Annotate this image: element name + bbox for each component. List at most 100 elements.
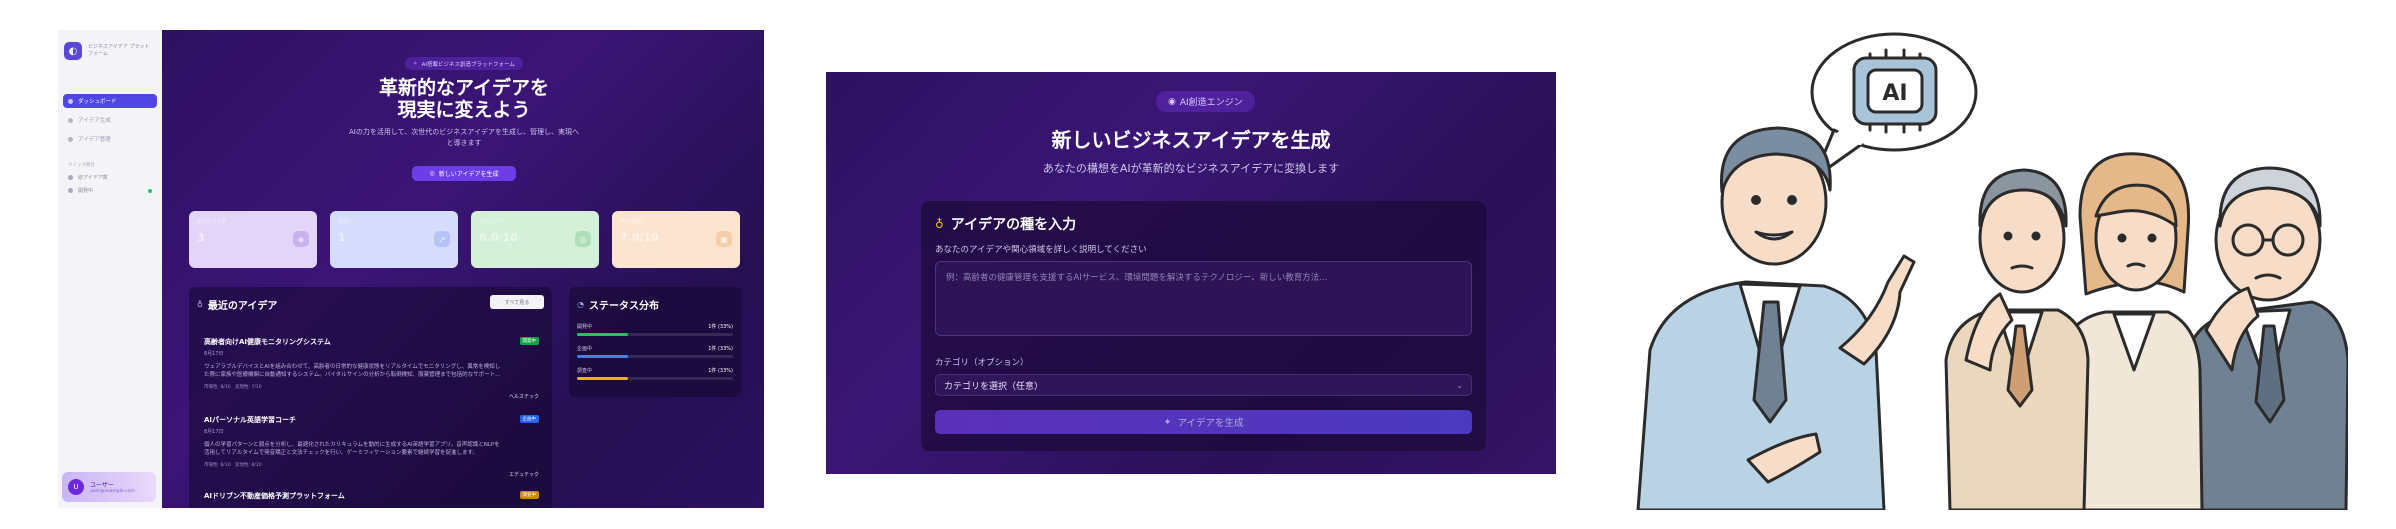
generator-screen: ◉ AI創造エンジン 新しいビジネスアイデアを生成 あなたの構想をAIが革新的な… — [826, 72, 1556, 474]
page-title: 新しいビジネスアイデアを生成 — [1051, 128, 1331, 152]
engine-pill: ◉ AI創造エンジン — [1156, 91, 1255, 112]
folder-icon — [68, 136, 73, 142]
stat-icon: ◎ — [575, 231, 591, 247]
category-select[interactable]: カテゴリを選択（任意） ⌄ — [935, 374, 1472, 396]
stat-label: 平均実現性 — [620, 219, 646, 225]
stat-icon: ▣ — [716, 231, 732, 247]
user-name: ユーザー — [90, 482, 114, 489]
recent-ideas-card: ♁ 最近のアイデア すべて見る 高齢者向けAI健康モニタリングシステム 8月17… — [189, 287, 552, 508]
status-dot-icon — [148, 188, 152, 193]
dashboard-screen: ◐ ビジネスアイデア プラット フォーム ダッシュボード アイデア生成 アイデア — [58, 30, 764, 508]
list-item[interactable]: AIドリブン不動産価格予測プラットフォーム 調査中 — [204, 491, 539, 501]
sparkle-icon: ✦ — [1163, 416, 1172, 428]
status-distribution-heading: ◔ ステータス分布 — [577, 300, 659, 312]
view-all-button[interactable]: すべて見る — [490, 295, 544, 309]
card-title: ♁ アイデアの種を入力 — [935, 217, 1077, 233]
hero-subtitle: AIの力を活用して、次世代のビジネスアイデアを生成し、管理し、実現へ と導きます — [349, 128, 579, 147]
idea-date: 8月17日 — [204, 429, 224, 435]
sidebar-item-label: ダッシュボード — [78, 99, 117, 105]
sparkle-icon: ✧ — [413, 60, 418, 67]
hero-pill: ✧ AI搭載ビジネス創造プラットフォーム — [405, 57, 523, 70]
stat-label: 開発中 — [338, 219, 354, 225]
idea-title: AIパーソナル英語学習コーチ — [204, 416, 297, 424]
list-item[interactable]: 高齢者向けAI健康モニタリングシステム 8月17日 ウェアラブルデバイスとAIを… — [204, 337, 539, 400]
stat-icon: ◈ — [293, 231, 309, 247]
sidebar: ◐ ビジネスアイデア プラット フォーム ダッシュボード アイデア生成 アイデア — [58, 30, 162, 508]
quick-stat-developing: 開発中 — [58, 187, 162, 194]
idea-seed-card: ♁ アイデアの種を入力 あなたのアイデアや関心領域を詳しく説明してください 例：… — [921, 201, 1486, 451]
list-item[interactable]: AIパーソナル英語学習コーチ 8月17日 個人の学習パターンと弱点を分析し、最適… — [204, 415, 539, 478]
idea-date: 8月17日 — [204, 351, 224, 357]
sparkle-icon: ◉ — [1168, 96, 1176, 107]
sidebar-brand[interactable]: ◐ ビジネスアイデア プラット フォーム — [58, 30, 162, 72]
idea-description: 個人の学習パターンと弱点を分析し、最適化されたカリキュラムを動的に生成するAI英… — [204, 442, 500, 456]
recent-ideas-heading: ♁ 最近のアイデア — [197, 300, 278, 312]
progress-track — [577, 377, 733, 380]
progress-track — [577, 355, 733, 358]
brand-line-2: フォーム — [88, 51, 108, 57]
lightbulb-icon: ◎ — [429, 170, 435, 177]
hero-title: 革新的なアイデアを 現実に変えよう — [378, 77, 550, 121]
user-card[interactable]: U ユーザー user@example.com — [62, 472, 156, 502]
stat-value: 7.0/10 — [620, 231, 659, 244]
status-row: 調査中 1件 (33%) — [577, 367, 733, 380]
stat-value: 8.0/10 — [479, 231, 518, 244]
status-row: 開発中 1件 (33%) — [577, 323, 733, 336]
brand-line-1: ビジネスアイデア プラット — [88, 44, 150, 51]
generate-submit-button[interactable]: ✦ アイデアを生成 — [935, 410, 1472, 434]
screenshot-canvas: ◐ ビジネスアイデア プラット フォーム ダッシュボード アイデア生成 アイデア — [0, 0, 2396, 529]
idea-input-label: あなたのアイデアや関心領域を詳しく説明してください — [935, 245, 1147, 255]
lightbulb-icon: ♁ — [935, 217, 944, 231]
stat-card: 開発中 1 ↗ — [330, 211, 458, 268]
stat-icon: ↗ — [434, 231, 450, 247]
sidebar-nav: ダッシュボード アイデア生成 アイデア管理 — [58, 94, 162, 146]
sidebar-item-generate[interactable]: アイデア生成 — [63, 113, 157, 127]
status-row-value: 1件 (33%) — [708, 368, 733, 374]
avatar: U — [68, 479, 84, 495]
category-tag: ヘルステック — [508, 394, 539, 400]
stat-label: 平均スコア — [479, 219, 505, 225]
dashboard-main: ✧ AI搭載ビジネス創造プラットフォーム 革新的なアイデアを 現実に変えよう A… — [162, 30, 764, 508]
status-row: 企画中 1件 (33%) — [577, 345, 733, 358]
chart-pie-icon: ◔ — [577, 300, 584, 309]
stat-card: 平均スコア 8.0/10 ◎ — [471, 211, 599, 268]
stat-card: 総アイデア数 3 ◈ — [189, 211, 317, 268]
thinking-man-figure — [1944, 168, 2090, 510]
chart-icon — [68, 175, 73, 180]
stat-label: 総アイデア数 — [197, 219, 227, 225]
status-badge: 調査中 — [519, 491, 539, 499]
category-label: カテゴリ（オプション） — [935, 358, 1029, 368]
idea-meta: 市場性: 8/10 実現性: 8/10 — [204, 463, 262, 468]
category-tag: エデュテック — [508, 472, 539, 478]
status-row-value: 1件 (33%) — [708, 324, 733, 330]
generate-idea-button[interactable]: ◎ 新しいアイデアを生成 — [412, 166, 516, 181]
stat-value: 3 — [197, 231, 205, 244]
idea-description: ウェアラブルデバイスとAIを組み合わせて、高齢者の日常的な健康状態をリアルタイム… — [204, 364, 501, 378]
quick-stat-total: 総アイデア数 — [58, 174, 162, 181]
page-subtitle: あなたの構想をAIが革新的なビジネスアイデアに変換します — [1042, 162, 1340, 175]
sidebar-item-dashboard[interactable]: ダッシュボード — [63, 94, 157, 108]
idea-meta: 市場性: 8/10 実現性: 7/10 — [204, 385, 262, 390]
progress-track — [577, 333, 733, 336]
user-email: user@example.com — [90, 489, 135, 494]
pointing-man-figure — [1636, 126, 1916, 510]
stat-card: 平均実現性 7.0/10 ▣ — [612, 211, 740, 268]
status-distribution-card: ◔ ステータス分布 開発中 1件 (33%) 企画中 1件 (33%) 調査中 1件 (3… — [569, 287, 741, 397]
chevron-down-icon: ⌄ — [1456, 380, 1463, 390]
sidebar-item-label: アイデア管理 — [78, 137, 111, 143]
sidebar-item-manage[interactable]: アイデア管理 — [63, 132, 157, 146]
status-badge: 企画中 — [519, 415, 539, 423]
status-row-value: 1件 (33%) — [708, 346, 733, 352]
lightbulb-logo-icon: ◐ — [64, 42, 82, 60]
senior-man-figure — [2182, 166, 2348, 510]
progress-fill — [577, 355, 629, 358]
code-icon — [68, 188, 73, 193]
idea-title: AIドリブン不動産価格予測プラットフォーム — [204, 492, 345, 500]
sidebar-item-label: アイデア生成 — [78, 118, 111, 124]
stat-value: 1 — [338, 231, 346, 244]
speech-bubble: AI — [1810, 32, 1978, 180]
status-badge: 開発中 — [519, 337, 539, 345]
grid-icon — [68, 98, 73, 104]
sparkle-icon — [68, 117, 73, 123]
idea-textarea[interactable]: 例：高齢者の健康管理を支援するAIサービス、環境問題を解決するテクノロジー、新し… — [935, 261, 1472, 336]
